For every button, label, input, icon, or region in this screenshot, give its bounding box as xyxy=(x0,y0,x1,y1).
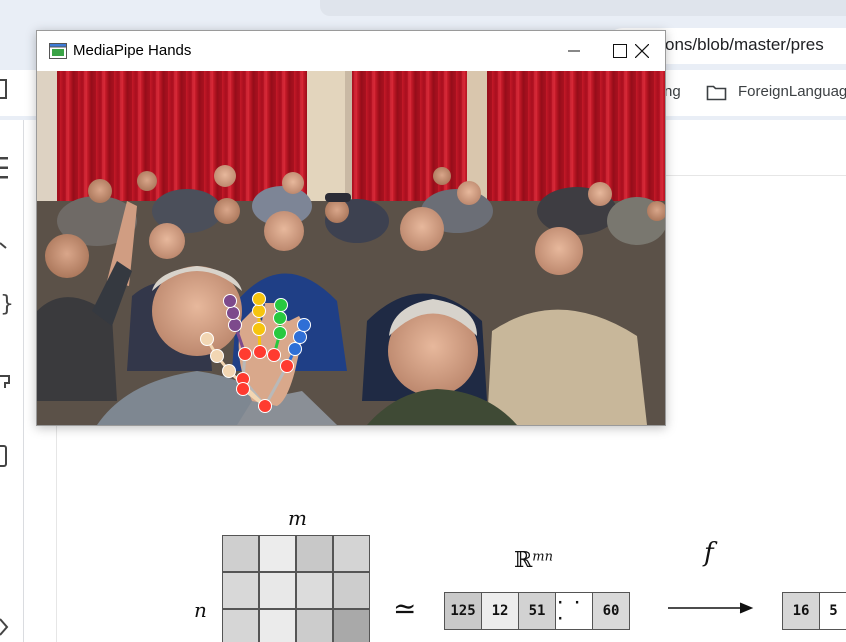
panel-icon[interactable] xyxy=(0,444,10,468)
collapse-icon[interactable] xyxy=(0,616,10,638)
matrix-cell xyxy=(296,535,333,572)
vector-cell: 12 xyxy=(482,593,519,629)
function-label: f xyxy=(704,538,714,568)
landmark-point xyxy=(252,292,266,306)
matrix-cell xyxy=(259,609,296,642)
output-vector: 16 5 xyxy=(782,592,846,630)
landmark-point xyxy=(273,326,287,340)
matrix-width-label: m xyxy=(288,506,307,530)
landmark-point xyxy=(280,359,294,373)
matrix-height-label: n xyxy=(194,598,207,622)
approx-symbol: ≃ xyxy=(393,592,417,625)
matrix-cell xyxy=(296,572,333,609)
vector-cell: 60 xyxy=(593,593,629,629)
window-titlebar[interactable]: MediaPipe Hands xyxy=(37,31,665,71)
landmark-point xyxy=(238,347,252,361)
matrix-cell xyxy=(259,572,296,609)
app-window-icon xyxy=(49,43,67,59)
folder-icon xyxy=(706,85,727,101)
vector-cell: 51 xyxy=(519,593,556,629)
close-button[interactable] xyxy=(619,31,665,71)
screen: ons/blob/master/pres ng ForeignLanguag }… xyxy=(0,0,846,642)
bookmark-item[interactable]: ng xyxy=(664,83,681,100)
menu-icon[interactable] xyxy=(0,155,10,181)
camera-frame-image xyxy=(37,71,665,425)
landmark-point xyxy=(297,318,311,332)
landmark-point xyxy=(273,311,287,325)
landmark-point xyxy=(228,318,242,332)
close-icon xyxy=(635,44,649,58)
shape-icon[interactable] xyxy=(0,372,12,392)
matrix-cell xyxy=(222,572,259,609)
landmark-point xyxy=(274,298,288,312)
landmark-point xyxy=(288,342,302,356)
matrix-cell xyxy=(222,535,259,572)
matrix-cell xyxy=(333,572,370,609)
vector-cell: 5 xyxy=(820,593,846,629)
dimension-exponent: mn xyxy=(532,549,553,565)
browser-tab-strip[interactable] xyxy=(320,0,846,16)
landmark-point xyxy=(252,322,266,336)
vector-cell: 125 xyxy=(445,593,482,629)
landmark-point xyxy=(258,399,272,413)
landmark-point xyxy=(252,304,266,318)
matrix-cell xyxy=(333,535,370,572)
matrix-cell xyxy=(222,609,259,642)
landmark-point xyxy=(267,348,281,362)
landmark-point xyxy=(210,349,224,363)
window-title: MediaPipe Hands xyxy=(73,42,192,59)
matrix-cell xyxy=(333,609,370,642)
matrix-cell xyxy=(296,609,333,642)
bookmark-folder[interactable]: ForeignLanguag xyxy=(738,83,846,100)
panel-toggle-icon[interactable] xyxy=(0,78,10,100)
vector-cell: 16 xyxy=(783,593,820,629)
chevron-icon[interactable] xyxy=(0,238,10,256)
vector-cell: · · · xyxy=(556,593,593,629)
landmark-point xyxy=(253,345,267,359)
arrow-icon xyxy=(668,602,754,614)
mediapipe-window[interactable]: MediaPipe Hands xyxy=(36,30,666,426)
flattened-vector: 125 12 51 · · · 60 xyxy=(444,592,630,630)
camera-feed xyxy=(37,71,665,425)
landmark-point xyxy=(222,364,236,378)
landmark-point xyxy=(200,332,214,346)
landmark-point xyxy=(236,382,250,396)
vector-space-label: ℝmn xyxy=(514,548,553,573)
matrix-cell xyxy=(259,535,296,572)
image-matrix xyxy=(222,535,370,642)
landmark-point xyxy=(226,306,240,320)
minimize-button[interactable] xyxy=(551,31,597,71)
address-bar-text: ons/blob/master/pres xyxy=(665,35,824,54)
brace-icon[interactable]: } xyxy=(0,292,14,317)
landmark-point xyxy=(223,294,237,308)
landmark-point xyxy=(293,330,307,344)
minimize-icon xyxy=(568,50,580,52)
real-numbers-symbol: ℝ xyxy=(514,548,533,573)
